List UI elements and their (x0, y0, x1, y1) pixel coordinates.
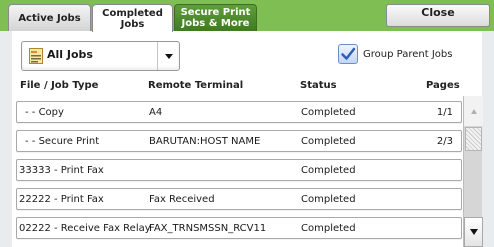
cell-pages: 2/3 (436, 136, 453, 147)
chevron-up-icon (470, 108, 477, 114)
column-header-status: Status (300, 80, 337, 91)
group-parent-jobs-label: Group Parent Jobs (363, 48, 453, 60)
cell-pages: 1/1 (436, 107, 453, 118)
job-filter-dropdown[interactable]: All Jobs (21, 41, 180, 71)
scroll-down-button[interactable] (464, 217, 483, 247)
scrollbar[interactable] (463, 96, 483, 247)
cell-status: Completed (301, 194, 356, 205)
completed-jobs-panel: All Jobs Group Parent Jobs File / Job Ty… (12, 31, 483, 247)
cell-remote-terminal: Fax Received (149, 194, 215, 205)
cell-status: Completed (301, 107, 356, 118)
cell-job-type: - - Copy (25, 107, 64, 118)
close-button-label: Close (421, 6, 455, 19)
tab-secure-print-jobs[interactable]: Secure Print Jobs & More (174, 4, 257, 31)
cell-remote-terminal: BARUTAN:HOST NAME (149, 136, 261, 147)
cell-remote-terminal: FAX_TRNSMSSN_RCV11 (149, 223, 267, 234)
tab-label: Active Jobs (18, 12, 81, 24)
tab-active-jobs[interactable]: Active Jobs (8, 4, 91, 31)
cell-remote-terminal: A4 (149, 107, 163, 118)
checkmark-icon[interactable] (338, 44, 358, 64)
column-header-remote-terminal: Remote Terminal (148, 80, 244, 91)
job-list: - - Copy A4 Completed 1/1 - - Secure Pri… (16, 96, 462, 243)
tab-label-line1: Secure Print (180, 7, 251, 18)
scroll-thumb[interactable] (465, 127, 482, 151)
tab-completed-jobs[interactable]: Completed Jobs (92, 4, 173, 32)
chevron-down-icon (157, 42, 179, 70)
group-parent-jobs-toggle[interactable]: Group Parent Jobs (338, 43, 452, 65)
chevron-down-icon (469, 229, 478, 235)
column-header-pages: Pages (426, 80, 460, 91)
tab-label-line1: Completed (102, 7, 163, 19)
tab-label-line2: Jobs (120, 18, 145, 30)
close-button[interactable]: Close (386, 4, 490, 27)
cell-job-type: 33333 - Print Fax (19, 165, 104, 176)
table-row[interactable]: 22222 - Print Fax Fax Received Completed (16, 188, 462, 210)
table-row[interactable]: - - Secure Print BARUTAN:HOST NAME Compl… (16, 130, 462, 152)
job-filter-value: All Jobs (47, 48, 93, 61)
table-row[interactable]: - - Copy A4 Completed 1/1 (16, 101, 462, 123)
job-list-icon (29, 48, 43, 68)
cell-job-type: 22222 - Print Fax (19, 194, 104, 205)
cell-job-type: - - Secure Print (25, 136, 100, 147)
cell-status: Completed (301, 165, 356, 176)
cell-job-type: 02222 - Receive Fax Relay (19, 223, 151, 234)
table-row[interactable]: 02222 - Receive Fax Relay FAX_TRNSMSSN_R… (16, 217, 462, 239)
cell-status: Completed (301, 223, 356, 234)
cell-status: Completed (301, 136, 356, 147)
table-row[interactable]: 33333 - Print Fax Completed (16, 159, 462, 181)
scroll-up-button[interactable] (464, 96, 483, 126)
column-header-file-job-type: File / Job Type (20, 80, 99, 91)
tab-label-line2: Jobs & More (181, 18, 250, 29)
tab-bar: Active Jobs Completed Jobs Secure Print … (0, 0, 494, 32)
